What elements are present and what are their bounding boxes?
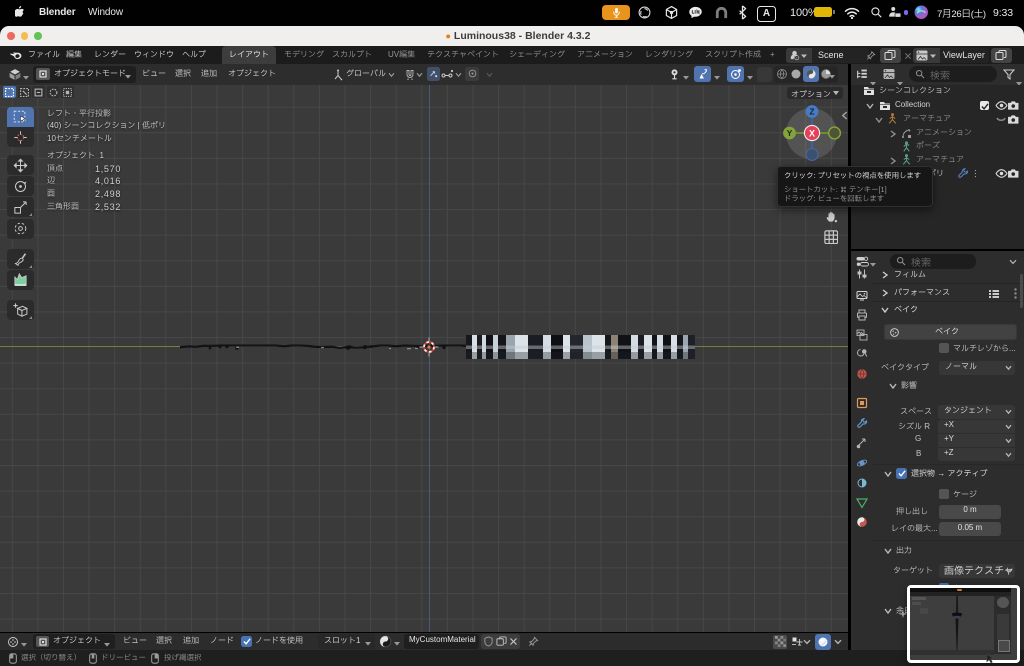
svg-text:X: X <box>809 129 815 139</box>
svg-text:Y: Y <box>787 128 793 138</box>
svg-text:Z: Z <box>809 107 814 117</box>
